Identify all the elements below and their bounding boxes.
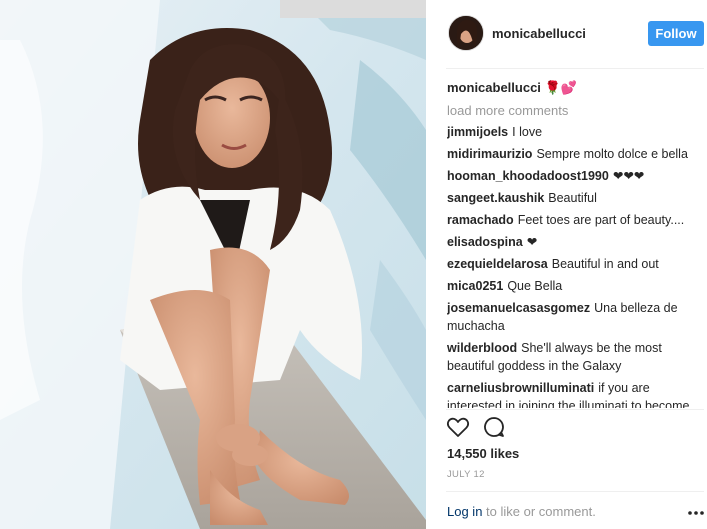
comment-item: ezequieldelarosa Beautiful in and out <box>447 255 707 273</box>
post-header: monicabellucci Follow <box>426 0 707 68</box>
post-actions <box>446 415 704 443</box>
comment-username[interactable]: carneliusbrownilluminati <box>447 381 594 395</box>
login-prompt-text: to like or comment. <box>482 504 596 519</box>
post-side-panel: monicabellucci Follow monicabellucci 🌹💕 … <box>426 0 707 529</box>
heart-icon[interactable] <box>446 415 470 439</box>
comment-text: Que Bella <box>507 279 563 293</box>
comment-username[interactable]: wilderblood <box>447 341 517 355</box>
login-link[interactable]: Log in <box>447 504 482 519</box>
header-divider <box>446 68 704 69</box>
actions-divider <box>446 409 704 410</box>
comment-username[interactable]: mica0251 <box>447 279 503 293</box>
caption-text: 🌹💕 <box>544 80 577 95</box>
comment-username[interactable]: josemanuelcasasgomez <box>447 301 590 315</box>
comment-username[interactable]: jimmijoels <box>447 125 508 139</box>
comment-text: Sempre molto dolce e bella <box>536 147 688 161</box>
post-photo[interactable] <box>0 0 426 529</box>
comment-item: midirimaurizio Sempre molto dolce e bella <box>447 145 707 163</box>
comment-username[interactable]: hooman_khoodadoost1990 <box>447 169 609 183</box>
comment-text: Beautiful in and out <box>551 257 659 271</box>
more-options-icon[interactable] <box>688 510 704 516</box>
follow-button[interactable]: Follow <box>648 21 704 46</box>
login-prompt: Log in to like or comment. <box>447 504 596 519</box>
comment-item: wilderblood She'll always be the most bea… <box>447 339 707 375</box>
caption-username[interactable]: monicabellucci <box>447 80 541 95</box>
instagram-post: monicabellucci Follow monicabellucci 🌹💕 … <box>0 0 707 529</box>
comment-text: ❤ <box>526 235 538 249</box>
load-more-comments-link[interactable]: load more comments <box>447 103 707 119</box>
comment-item: jimmijoels I love <box>447 123 707 141</box>
post-caption: monicabellucci 🌹💕 <box>447 79 707 97</box>
comment-item: ramachado Feet toes are part of beauty...… <box>447 211 707 229</box>
likes-count[interactable]: 14,550 likes <box>447 446 519 461</box>
comment-item: mica0251 Que Bella <box>447 277 707 295</box>
photo-illustration <box>0 0 426 529</box>
comment-item: hooman_khoodadoost1990 ❤❤❤ <box>447 167 707 185</box>
comment-text: Beautiful <box>548 191 597 205</box>
footer-divider <box>446 491 704 492</box>
header-username[interactable]: monicabellucci <box>492 26 586 41</box>
comment-username[interactable]: sangeet.kaushik <box>447 191 544 205</box>
comment-item: sangeet.kaushik Beautiful <box>447 189 707 207</box>
avatar[interactable] <box>448 15 484 51</box>
comment-text: Feet toes are part of beauty.... <box>517 213 685 227</box>
comment-username[interactable]: midirimaurizio <box>447 147 532 161</box>
comment-username[interactable]: ramachado <box>447 213 514 227</box>
comment-item: elisadospina ❤ <box>447 233 707 251</box>
comment-icon[interactable] <box>482 415 506 439</box>
comment-text: I love <box>512 125 543 139</box>
comment-username[interactable]: elisadospina <box>447 235 523 249</box>
avatar-image <box>449 16 483 50</box>
comment-item: josemanuelcasasgomez Una belleza de mucha… <box>447 299 707 335</box>
comment-text: ❤❤❤ <box>612 169 645 183</box>
comment-username[interactable]: ezequieldelarosa <box>447 257 548 271</box>
comment-item: carneliusbrownilluminati if you are inter… <box>447 379 707 408</box>
comments-list[interactable]: monicabellucci 🌹💕 load more comments jim… <box>447 76 707 408</box>
post-date: JULY 12 <box>447 469 485 480</box>
